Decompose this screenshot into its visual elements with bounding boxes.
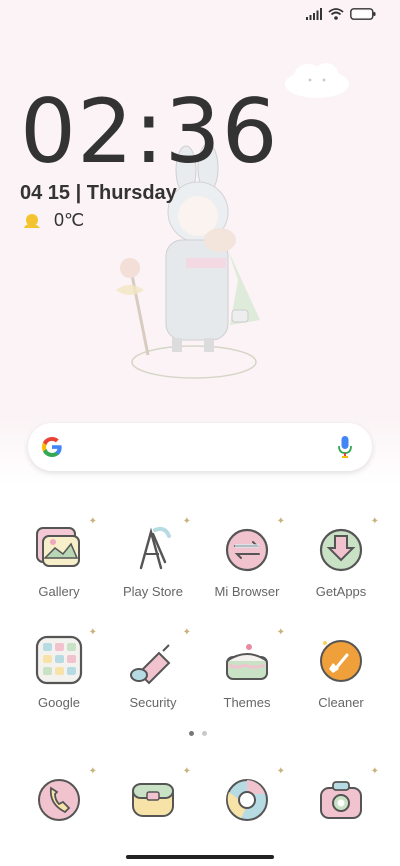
dock-chrome[interactable]: ✦ [197, 766, 297, 828]
page-dot [202, 731, 207, 736]
phone-icon [38, 779, 80, 821]
app-label: GetApps [315, 584, 367, 599]
app-label: Google [38, 695, 80, 710]
gallery-icon [36, 527, 80, 567]
voice-search-icon[interactable] [338, 436, 352, 458]
app-label: Cleaner [318, 695, 364, 710]
app-themes[interactable]: ✦ Themes [197, 627, 297, 710]
page-dot-active [189, 731, 194, 736]
google-folder-icon [35, 635, 83, 685]
mi-browser-icon [225, 528, 269, 572]
dock-phone[interactable]: ✦ [9, 766, 109, 828]
dock-messages[interactable]: ✦ [103, 766, 203, 828]
status-bar [306, 8, 376, 20]
app-google-folder[interactable]: ✦ Google [9, 627, 109, 710]
getapps-icon [319, 528, 363, 572]
sparkle-icon: ✦ [182, 766, 191, 777]
play-store-icon [139, 526, 171, 570]
dock-camera[interactable]: ✦ [291, 766, 391, 828]
app-cleaner[interactable]: Cleaner [291, 633, 391, 710]
sparkle-icon: ✦ [182, 627, 191, 638]
battery-icon [350, 8, 376, 20]
cloud-illustration [285, 63, 349, 98]
sparkle-icon: ✦ [276, 516, 285, 527]
sparkle-icon: ✦ [276, 627, 285, 638]
sparkle-icon: ✦ [88, 766, 97, 777]
google-search-bar[interactable] [28, 423, 372, 471]
app-label: Play Store [123, 584, 183, 599]
camera-icon [320, 781, 362, 819]
sparkle-icon: ✦ [88, 516, 97, 527]
page-indicator[interactable] [189, 731, 207, 736]
themes-icon [226, 644, 268, 680]
lockscreen-clock[interactable]: 02:36 [20, 88, 279, 176]
sparkle-icon: ✦ [370, 766, 379, 777]
sparkle-icon: ✦ [370, 516, 379, 527]
app-label: Themes [223, 695, 271, 710]
app-getapps[interactable]: ✦ GetApps [291, 516, 391, 599]
google-g-icon [42, 437, 62, 457]
chrome-icon [226, 779, 268, 821]
app-gallery[interactable]: ✦ Gallery [9, 516, 109, 599]
messages-icon [132, 783, 174, 817]
app-label: Mi Browser [214, 584, 280, 599]
sparkle-icon: ✦ [88, 627, 97, 638]
cleaner-icon [320, 640, 362, 682]
app-label: Gallery [38, 584, 80, 599]
home-indicator[interactable] [126, 855, 274, 859]
weather-widget[interactable]: 0℃ [22, 210, 84, 231]
sparkle-icon: ✦ [276, 766, 285, 777]
date-display[interactable]: 04 15 | Thursday [20, 182, 177, 205]
app-play-store[interactable]: ✦ Play Store [103, 516, 203, 599]
weather-sun-cloud-icon [24, 213, 40, 228]
app-label: Security [129, 695, 177, 710]
wifi-icon [328, 8, 344, 20]
sparkle-icon: ✦ [182, 516, 191, 527]
app-security[interactable]: ✦ Security [103, 627, 203, 710]
weather-temperature: 0℃ [54, 210, 85, 230]
signal-icon [306, 8, 322, 20]
security-icon [130, 644, 171, 685]
app-mi-browser[interactable]: ✦ Mi Browser [197, 516, 297, 599]
